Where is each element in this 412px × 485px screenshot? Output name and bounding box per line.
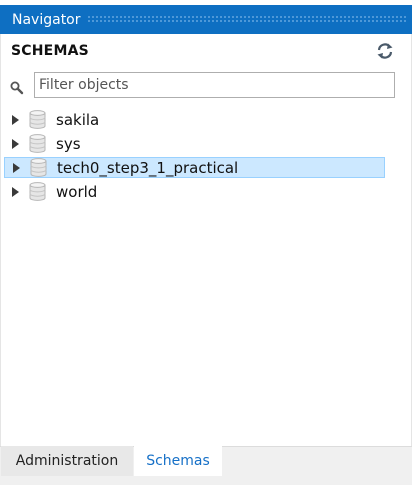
filter-objects-input[interactable] — [34, 72, 395, 98]
schema-item-world[interactable]: world — [4, 181, 385, 202]
tab-label: Administration — [15, 453, 119, 469]
expand-arrow-icon[interactable] — [12, 186, 19, 197]
titlebar-grip — [86, 15, 406, 24]
schema-label: tech0_step3_1_practical — [57, 158, 239, 177]
tab-schemas[interactable]: Schemas — [134, 446, 222, 476]
panel-title: Navigator — [12, 11, 81, 28]
database-icon — [29, 182, 46, 201]
bottom-tab-strip: Administration Schemas — [0, 446, 412, 485]
schema-item-sys[interactable]: sys — [4, 133, 385, 154]
schema-item-tech0-step3-1-practical[interactable]: tech0_step3_1_practical — [4, 157, 385, 178]
schemas-body: SCHEMAS Filter objects sakila sys tech0_… — [0, 34, 412, 446]
search-icon — [10, 80, 24, 95]
database-icon — [30, 158, 47, 177]
schema-label: sys — [56, 134, 81, 153]
tab-label: Schemas — [146, 453, 210, 469]
database-icon — [29, 110, 46, 129]
schema-label: sakila — [56, 110, 100, 129]
schema-item-sakila[interactable]: sakila — [4, 109, 385, 130]
navigator-panel: Navigator SCHEMAS Filter objects sakila … — [0, 0, 412, 485]
database-icon — [29, 134, 46, 153]
refresh-icon[interactable] — [376, 43, 394, 59]
tab-administration[interactable]: Administration — [1, 446, 133, 476]
expand-arrow-icon[interactable] — [12, 114, 19, 125]
schema-label: world — [56, 182, 98, 201]
schemas-header: SCHEMAS — [11, 43, 89, 59]
navigator-titlebar[interactable]: Navigator — [0, 5, 412, 34]
expand-arrow-icon[interactable] — [12, 138, 19, 149]
expand-arrow-icon[interactable] — [13, 162, 20, 173]
